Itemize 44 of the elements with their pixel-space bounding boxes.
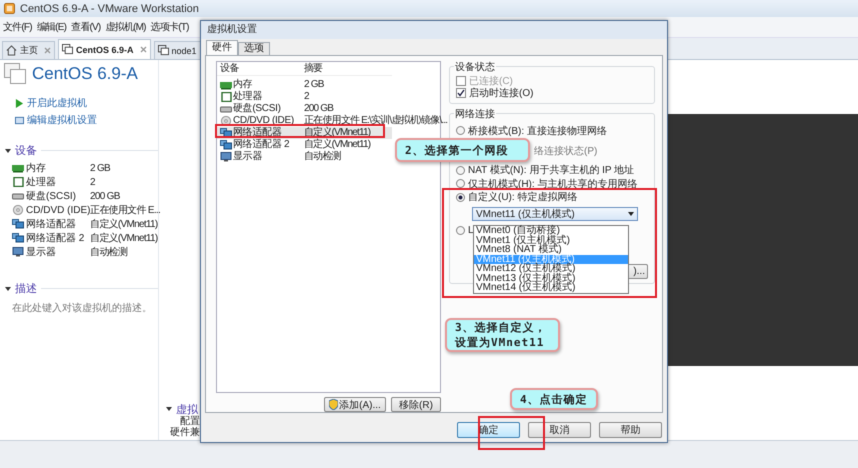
device-value: 自动检测 — [90, 246, 128, 259]
device-summary: 2 — [304, 91, 309, 103]
device-name: 硬盘(SCSI) — [26, 190, 76, 203]
column-header: 摘要 — [304, 62, 322, 75]
device-name: CD/DVD (IDE) — [233, 115, 294, 126]
device-name: CD/DVD (IDE) — [26, 204, 90, 216]
callout-tooltip: 4、点击确定 — [510, 388, 598, 410]
device-summary: 自定义(VMnet11) — [304, 139, 370, 150]
device-value: 自定义(VMnet11) — [90, 232, 158, 245]
callout-tooltip: 2、选择第一个网段 — [395, 138, 530, 162]
group-title: 网络连接 — [454, 107, 496, 121]
device-name: 网络适配器 2 — [233, 139, 290, 151]
description-hint: 在此处键入对该虚拟机的描述。 — [11, 302, 153, 315]
callout-tooltip: 3、选择自定义， 设置为VMnet11 — [445, 318, 560, 352]
device-value: 自定义(VMnet11) — [90, 218, 158, 231]
vm-name: CentOS 6.9-A — [32, 64, 138, 84]
device-name: 处理器 — [26, 176, 56, 189]
device-summary: 200 GB — [304, 103, 334, 115]
device-name: 内存 — [26, 162, 46, 175]
device-name: 硬盘(SCSI) — [233, 103, 281, 115]
device-value: 2 — [90, 176, 95, 188]
section-heading: 虚拟 — [176, 402, 198, 416]
dialog-title: 虚拟机设置 — [201, 21, 667, 39]
device-name: 网络适配器 2 — [26, 232, 84, 245]
detail-label: 配置 — [179, 416, 200, 427]
section-heading: 设备 — [15, 144, 37, 158]
device-name: 内存 — [233, 79, 252, 90]
device-summary: 正在使用文件 E:\实训\虚拟机\镜像\... — [304, 115, 448, 126]
device-name: 显示器 — [26, 246, 56, 259]
device-name: 网络适配器 — [26, 218, 76, 231]
column-header: 设备 — [220, 62, 240, 75]
device-summary: 自定义(VMnet11) — [304, 127, 370, 138]
window-title: CentOS 6.9-A - VMware Workstation — [20, 2, 199, 14]
section-heading: 描述 — [15, 282, 37, 296]
detail-label: 硬件兼 — [169, 427, 200, 438]
device-summary: 自动检测 — [304, 151, 341, 163]
device-summary: 2 GB — [304, 79, 324, 91]
device-value: 2 GB — [90, 162, 110, 174]
device-value: 正在使用文件 E... — [90, 204, 160, 217]
device-name: 显示器 — [233, 151, 262, 163]
device-value: 200 GB — [90, 190, 120, 202]
device-name: 处理器 — [233, 91, 262, 103]
device-name: 网络适配器 — [233, 127, 282, 138]
group-title: 设备状态 — [454, 60, 496, 74]
